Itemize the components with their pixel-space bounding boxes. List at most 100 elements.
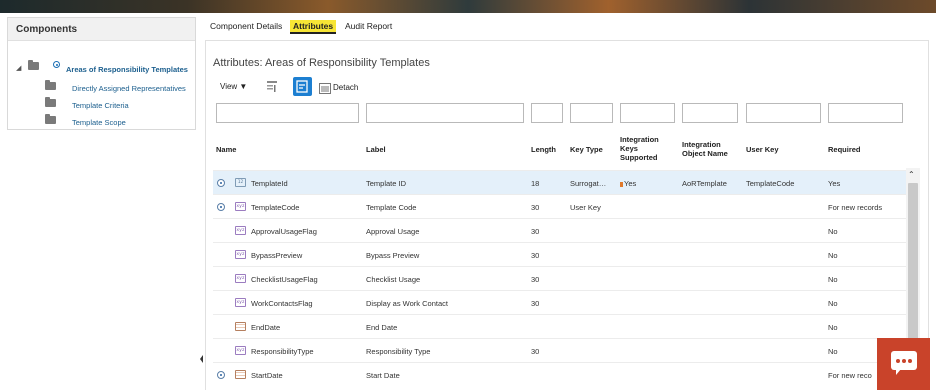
detach-icon[interactable]	[319, 81, 331, 99]
folder-icon	[45, 97, 56, 107]
header-line: Integration	[682, 140, 721, 149]
components-panel: Components ◢ Areas of Responsibility Tem…	[7, 17, 196, 130]
text-icon: xyz	[235, 274, 246, 283]
header-line: Supported	[620, 153, 658, 162]
filter-integration-keys-input[interactable]	[620, 103, 675, 123]
cell-label: Template ID	[366, 179, 407, 188]
cell-integration-object: AoRTemplate	[682, 179, 727, 188]
cell-name: WorkContactsFlag	[251, 299, 313, 308]
table-row[interactable]: StartDate Start Date For new reco	[213, 362, 913, 386]
table-row[interactable]: 12 TemplateId Template ID 18 Surrogat… Yes AoR…	[213, 170, 913, 194]
cell-required: For new reco	[828, 371, 872, 380]
table-row[interactable]: xyz BypassPreview Bypass Preview 30 No	[213, 242, 913, 266]
column-header-length[interactable]: Length	[531, 145, 556, 154]
header-banner	[0, 0, 936, 13]
text-icon: xyz	[235, 298, 246, 307]
chat-button[interactable]	[877, 338, 930, 390]
number-icon: 12	[235, 178, 246, 187]
cell-integration-keys: Yes	[620, 179, 636, 188]
filter-key-type-input[interactable]	[570, 103, 613, 123]
cell-length: 30	[531, 227, 540, 236]
date-icon	[235, 322, 246, 331]
cell-required: No	[828, 251, 838, 260]
scroll-up-icon[interactable]: ⌃	[908, 170, 915, 179]
row-indicator-icon	[217, 203, 225, 211]
cell-name: StartDate	[251, 371, 283, 380]
cell-length: 30	[531, 347, 540, 356]
folder-icon	[45, 114, 56, 124]
filter-label-input[interactable]	[366, 103, 524, 123]
page-title: Attributes: Areas of Responsibility Temp…	[213, 57, 430, 69]
tab-audit-report[interactable]: Audit Report	[345, 21, 392, 31]
tree-item-directly-assigned[interactable]: Directly Assigned Representatives	[72, 84, 186, 93]
cell-length: 30	[531, 203, 540, 212]
wrap-button-icon[interactable]	[293, 77, 312, 96]
column-header-key-type[interactable]: Key Type	[570, 145, 603, 154]
cell-required: Yes	[828, 179, 841, 188]
text-icon: xyz	[235, 202, 246, 211]
table-row[interactable]: xyz WorkContactsFlag Display as Work Conta…	[213, 290, 913, 314]
tree-item-areas-of-responsibility[interactable]: Areas of Responsibility Templates	[66, 65, 188, 74]
cell-required: For new records	[828, 203, 883, 212]
cell-name: ChecklistUsageFlag	[251, 275, 318, 284]
view-menu-button[interactable]: View ▼	[220, 82, 247, 91]
attributes-panel: Attributes: Areas of Responsibility Temp…	[205, 40, 929, 390]
cell-label: Approval Usage	[366, 227, 420, 236]
components-title: Components	[8, 18, 195, 41]
cell-key-type: Surrogat…	[570, 179, 607, 188]
tab-component-details[interactable]: Component Details	[210, 21, 282, 31]
cell-length: 30	[531, 275, 540, 284]
header-line: Integration	[620, 135, 659, 144]
row-indicator-icon	[217, 179, 225, 187]
date-icon	[235, 370, 246, 379]
cell-label: Responsibility Type	[366, 347, 431, 356]
chat-icon	[891, 351, 917, 375]
table-row[interactable]: xyz ChecklistUsageFlag Checklist Usage 30 No	[213, 266, 913, 290]
cell-label: Display as Work Contact	[366, 299, 448, 308]
tree-item-template-criteria[interactable]: Template Criteria	[72, 101, 129, 110]
cell-label: Bypass Preview	[366, 251, 420, 260]
cell-length: 30	[531, 251, 540, 260]
column-header-name[interactable]: Name	[216, 145, 236, 154]
cell-name: BypassPreview	[251, 251, 303, 260]
table-row[interactable]: xyz ResponsibilityType Responsibility Type…	[213, 338, 913, 362]
table-row[interactable]: xyz ApprovalUsageFlag Approval Usage 30 No	[213, 218, 913, 242]
header-line: Object Name	[682, 149, 728, 158]
cell-label: Checklist Usage	[366, 275, 421, 284]
cell-key-type: User Key	[570, 203, 601, 212]
cell-label: Template Code	[366, 203, 417, 212]
table-row[interactable]: EndDate End Date No	[213, 314, 913, 338]
cell-required: No	[828, 347, 838, 356]
tree-item-template-scope[interactable]: Template Scope	[72, 118, 126, 127]
column-header-required[interactable]: Required	[828, 145, 861, 154]
detach-button[interactable]: Detach	[333, 83, 358, 92]
folder-icon	[28, 60, 39, 70]
cell-required: No	[828, 299, 838, 308]
filter-length-input[interactable]	[531, 103, 563, 123]
freeze-columns-icon[interactable]	[266, 80, 278, 98]
collapse-triangle-icon[interactable]: ◢	[16, 64, 21, 72]
cell-required: No	[828, 227, 838, 236]
column-header-user-key[interactable]: User Key	[746, 145, 779, 154]
text-icon: xyz	[235, 346, 246, 355]
text-icon: xyz	[235, 250, 246, 259]
cell-label: End Date	[366, 323, 398, 332]
filter-required-input[interactable]	[828, 103, 903, 123]
text-icon: xyz	[235, 226, 246, 235]
cell-name: ResponsibilityType	[251, 347, 314, 356]
cell-required: No	[828, 275, 838, 284]
panel-splitter[interactable]	[199, 352, 204, 364]
tab-attributes[interactable]: Attributes	[290, 20, 337, 34]
cell-name: ApprovalUsageFlag	[251, 227, 317, 236]
cell-user-key: TemplateCode	[746, 179, 795, 188]
column-header-integration-object[interactable]: Integration Object Name	[682, 140, 728, 158]
header-line: Keys	[620, 144, 638, 153]
filter-integration-object-input[interactable]	[682, 103, 738, 123]
column-header-integration-keys[interactable]: Integration Keys Supported	[620, 135, 659, 162]
table-row[interactable]: xyz TemplateCode Template Code 30 User Key Fo…	[213, 194, 913, 218]
column-header-label[interactable]: Label	[366, 145, 386, 154]
filter-user-key-input[interactable]	[746, 103, 821, 123]
cell-name: TemplateId	[251, 179, 288, 188]
filter-name-input[interactable]	[216, 103, 359, 123]
cell-name: TemplateCode	[251, 203, 300, 212]
